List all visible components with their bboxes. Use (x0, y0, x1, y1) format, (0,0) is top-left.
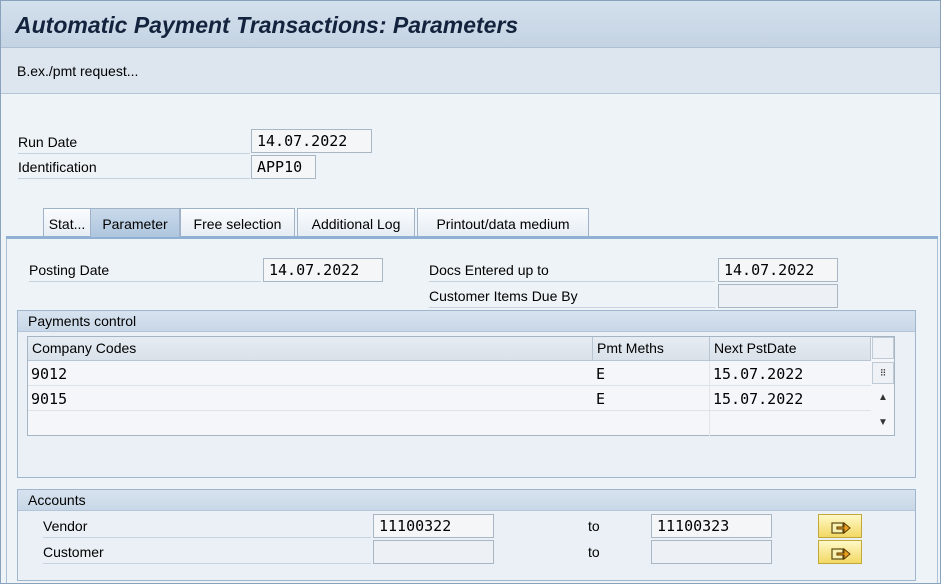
customer-items-due-field[interactable] (718, 284, 838, 308)
identification-field[interactable]: APP10 (251, 155, 316, 179)
page-title: Automatic Payment Transactions: Paramete… (15, 12, 519, 38)
vendor-multiple-selection-button[interactable] (818, 514, 862, 538)
customer-multiple-selection-button[interactable] (818, 540, 862, 564)
posting-date-label: Posting Date (29, 262, 261, 282)
application-toolbar: B.ex./pmt request... (1, 48, 940, 94)
accounts-title: Accounts (18, 490, 915, 511)
tab-status[interactable]: Stat... (43, 208, 91, 237)
multiple-selection-arrow-icon (831, 521, 851, 535)
posting-date-field[interactable]: 14.07.2022 (263, 258, 383, 282)
docs-entered-label: Docs Entered up to (429, 262, 715, 282)
table-cell-company-code[interactable]: 9015 (28, 386, 593, 411)
vendor-to-field[interactable]: 11100323 (651, 514, 772, 538)
column-header-company-codes[interactable]: Company Codes (28, 337, 593, 361)
tab-free-selection[interactable]: Free selection (180, 208, 295, 237)
payments-control-title: Payments control (18, 311, 915, 332)
column-settings-icon[interactable] (872, 337, 894, 359)
title-bar: Automatic Payment Transactions: Paramete… (1, 1, 940, 48)
table-cell-pmt-meths[interactable]: E (593, 386, 710, 411)
scroll-up-icon[interactable]: ▲ (872, 388, 894, 408)
tab-printout-data-medium[interactable]: Printout/data medium (417, 208, 589, 237)
scroll-down-icon[interactable]: ▼ (872, 413, 894, 433)
customer-label: Customer (43, 544, 371, 564)
vendor-from-field[interactable]: 11100322 (373, 514, 494, 538)
tab-parameter[interactable]: Parameter (90, 208, 180, 237)
docs-entered-field[interactable]: 14.07.2022 (718, 258, 838, 282)
multiple-selection-arrow-icon (831, 547, 851, 561)
run-date-field[interactable]: 14.07.2022 (251, 129, 372, 153)
column-header-next-pstdate[interactable]: Next PstDate (710, 337, 871, 361)
customer-to-field[interactable] (651, 540, 772, 564)
customer-items-due-label: Customer Items Due By (429, 288, 715, 308)
customer-to-label: to (588, 544, 600, 560)
tab-additional-log[interactable]: Additional Log (297, 208, 415, 237)
bex-pmt-request-button[interactable]: B.ex./pmt request... (17, 63, 138, 79)
table-cell-next-pstdate[interactable]: 15.07.2022 (710, 386, 871, 411)
scroll-thumb-icon[interactable]: ⠿ (872, 362, 894, 384)
table-cell-company-code[interactable]: 9012 (28, 361, 593, 386)
vendor-label: Vendor (43, 518, 371, 538)
customer-from-field[interactable] (373, 540, 494, 564)
table-cell-next-pstdate[interactable]: 15.07.2022 (710, 361, 871, 386)
payments-control-table: Company Codes Pmt Meths Next PstDate 901… (27, 336, 895, 436)
table-cell-pmt-meths[interactable]: E (593, 361, 710, 386)
vendor-to-label: to (588, 518, 600, 534)
identification-label: Identification (18, 159, 250, 179)
run-date-label: Run Date (18, 134, 250, 154)
column-divider (709, 361, 710, 436)
column-header-pmt-meths[interactable]: Pmt Meths (593, 337, 710, 361)
